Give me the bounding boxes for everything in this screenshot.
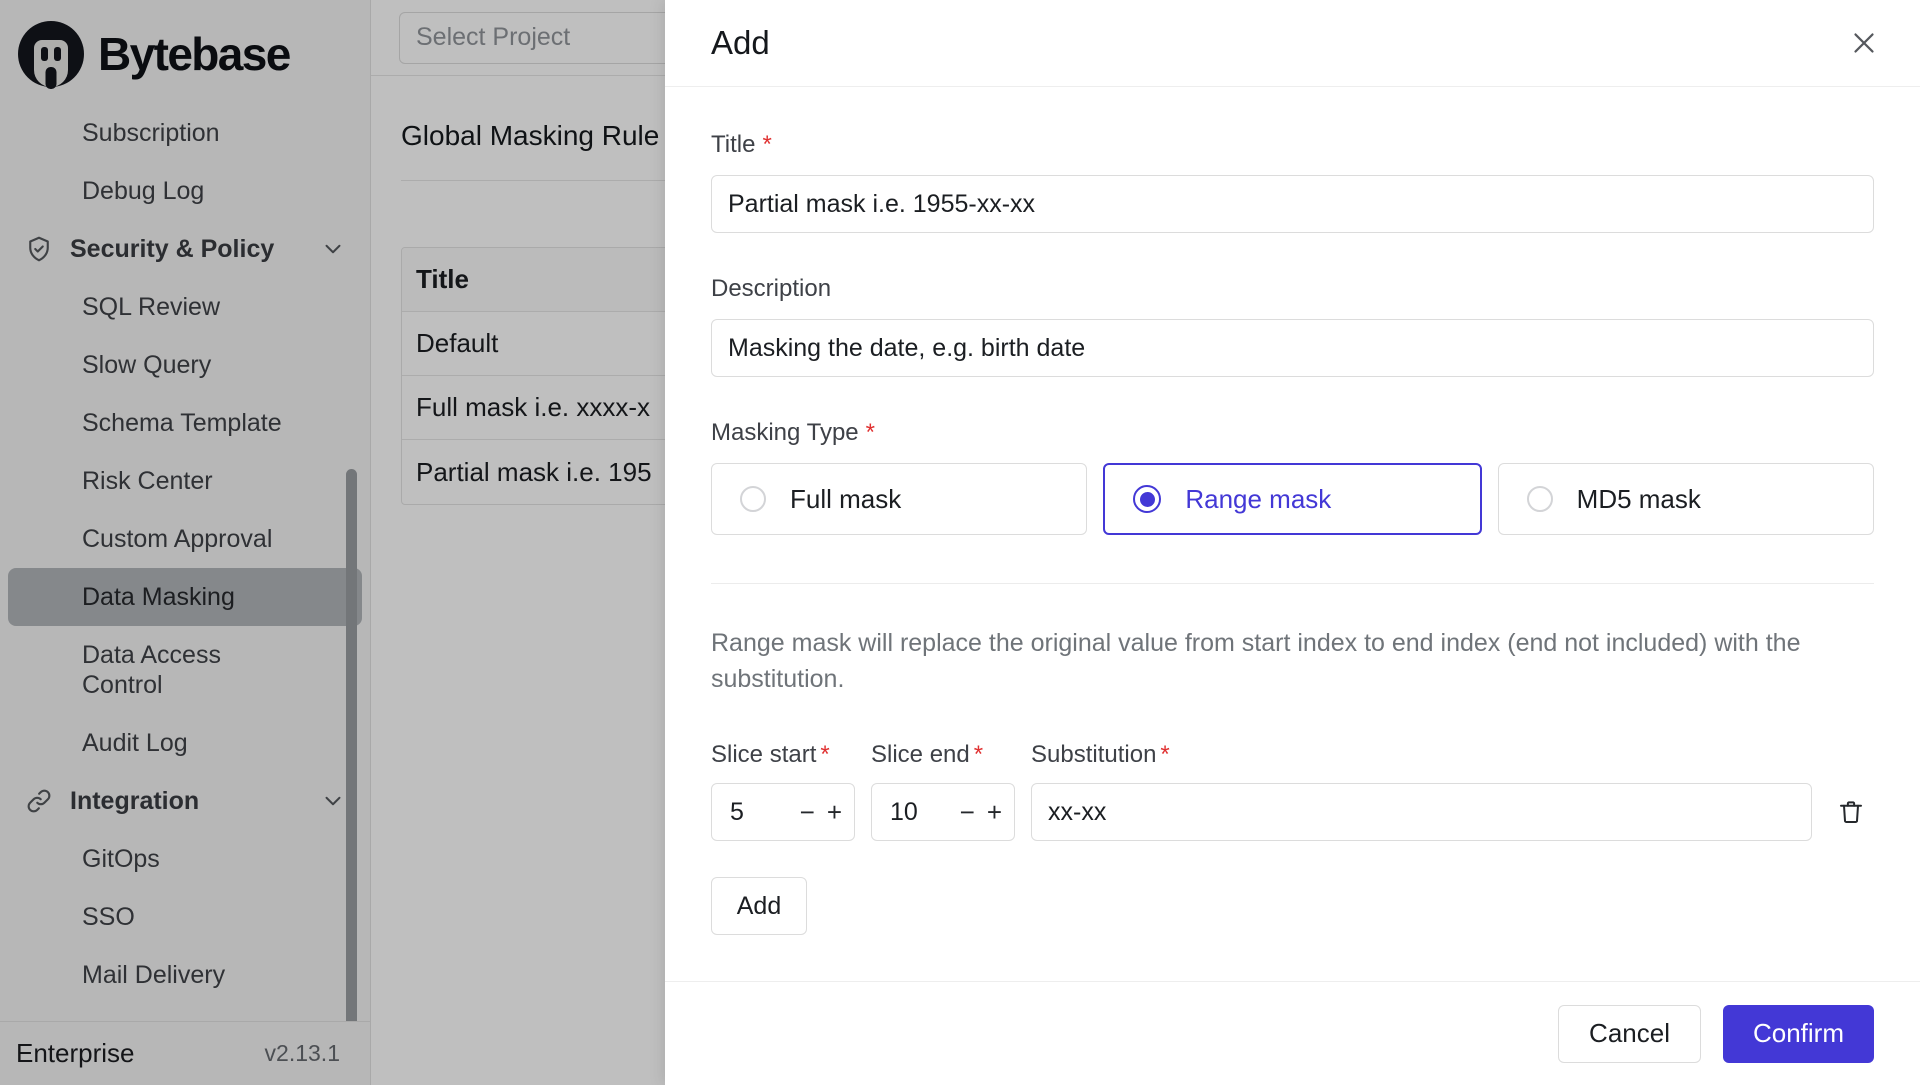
title-field-group: Title * Partial mask i.e. 1955-xx-xx	[711, 131, 1874, 233]
radio-option-md5-mask[interactable]: MD5 mask	[1497, 463, 1874, 535]
substitution-input-value: xx-xx	[1048, 797, 1107, 826]
slice-start-label: Slice start *	[711, 741, 871, 769]
substitution-input[interactable]: xx-xx	[1031, 783, 1812, 841]
stepper-controls: − +	[960, 799, 1002, 825]
slice-column-labels: Slice start * Slice end * Substitution *	[711, 741, 1874, 769]
dialog-footer: Cancel Confirm	[665, 981, 1920, 1085]
required-marker: *	[973, 741, 984, 768]
description-label-text: Description	[711, 275, 832, 302]
required-marker: *	[762, 131, 772, 158]
description-field-label: Description	[711, 275, 1874, 303]
required-marker: *	[820, 741, 830, 768]
slice-end-label-text: Slice end	[871, 741, 970, 768]
stepper-controls: − +	[800, 799, 842, 825]
substitution-label-text: Substitution	[1031, 741, 1157, 768]
radio-icon-selected	[1133, 485, 1162, 513]
radio-option-label: Full mask	[790, 483, 902, 514]
close-icon[interactable]	[1842, 21, 1886, 65]
masking-type-group: Masking Type * Full mask Range mask MD5 …	[711, 419, 1874, 535]
description-field-group: Description Masking the date, e.g. birth…	[711, 275, 1874, 377]
substitution-label: Substitution *	[1031, 741, 1170, 769]
slice-row: 5 − + 10 − + xx-xx	[711, 783, 1874, 841]
masking-type-label-text: Masking Type	[711, 419, 859, 446]
add-slice-row-label: Add	[736, 891, 782, 920]
required-marker: *	[865, 419, 875, 446]
masking-type-label: Masking Type *	[711, 419, 1874, 447]
slice-end-label: Slice end *	[871, 741, 1031, 769]
radio-option-label: MD5 mask	[1576, 483, 1701, 514]
title-input-value: Partial mask i.e. 1955-xx-xx	[728, 189, 1036, 218]
plus-icon[interactable]: +	[827, 799, 842, 825]
radio-option-full-mask[interactable]: Full mask	[711, 463, 1088, 535]
cancel-button-label: Cancel	[1589, 1018, 1670, 1048]
slice-start-stepper[interactable]: 5 − +	[711, 783, 855, 841]
description-input[interactable]: Masking the date, e.g. birth date	[711, 319, 1874, 377]
description-input-value: Masking the date, e.g. birth date	[728, 333, 1086, 362]
radio-icon	[1526, 486, 1553, 512]
confirm-button[interactable]: Confirm	[1722, 1004, 1874, 1063]
dialog-body: Title * Partial mask i.e. 1955-xx-xx Des…	[665, 87, 1920, 981]
slice-end-stepper[interactable]: 10 − +	[871, 783, 1015, 841]
minus-icon[interactable]: −	[800, 799, 815, 825]
slice-start-label-text: Slice start	[711, 741, 817, 768]
slice-start-value: 5	[730, 797, 744, 826]
radio-option-label: Range mask	[1185, 483, 1332, 514]
required-marker: *	[1160, 741, 1170, 768]
title-input[interactable]: Partial mask i.e. 1955-xx-xx	[711, 175, 1874, 233]
plus-icon[interactable]: +	[987, 799, 1002, 825]
confirm-button-label: Confirm	[1752, 1018, 1844, 1048]
add-masking-algorithm-dialog: Add Title * Partial mask i.e. 1955-xx-xx…	[665, 0, 1920, 1085]
cancel-button[interactable]: Cancel	[1558, 1004, 1701, 1063]
title-field-label: Title *	[711, 131, 1874, 159]
add-slice-row-button[interactable]: Add	[711, 877, 807, 935]
title-label-text: Title	[711, 131, 756, 158]
radio-icon	[740, 486, 766, 512]
radio-option-range-mask[interactable]: Range mask	[1103, 463, 1482, 535]
range-mask-hint: Range mask will replace the original val…	[711, 629, 1801, 693]
dialog-title: Add	[711, 24, 770, 61]
dialog-header: Add	[665, 0, 1920, 87]
minus-icon[interactable]: −	[960, 799, 975, 825]
section-divider	[711, 583, 1874, 584]
masking-type-options: Full mask Range mask MD5 mask	[711, 463, 1874, 535]
slice-end-value: 10	[890, 797, 918, 826]
trash-icon[interactable]	[1828, 789, 1874, 835]
